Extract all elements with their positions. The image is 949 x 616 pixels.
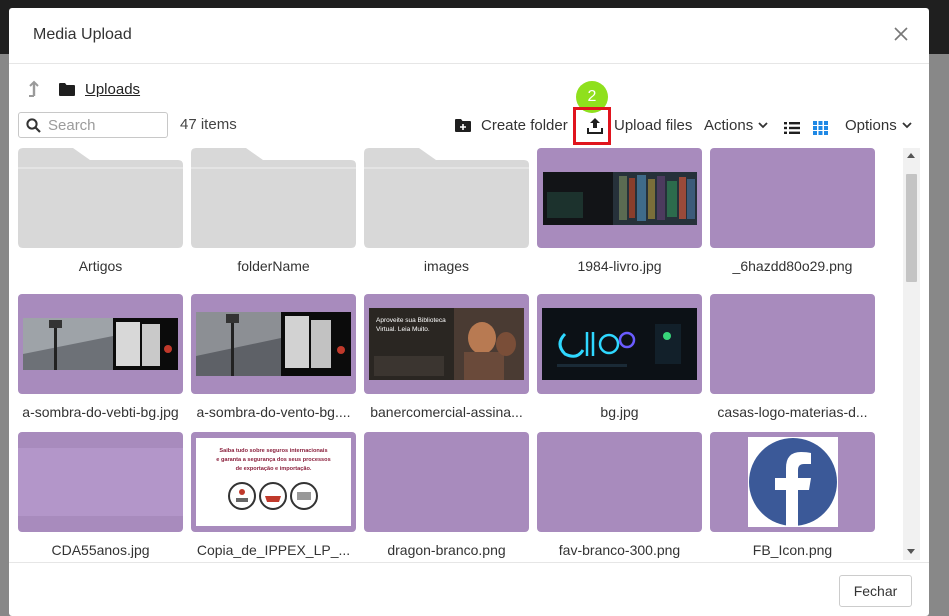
image-thumbnail bbox=[710, 148, 875, 248]
item-name: fav-branco-300.png bbox=[558, 542, 681, 558]
chevron-down-icon bbox=[902, 121, 912, 128]
folder-thumbnail bbox=[191, 148, 356, 248]
flyer-text: e garanta a segurança dos seus processos bbox=[216, 457, 330, 463]
media-item-image[interactable]: 1984-livro.jpg bbox=[537, 148, 702, 274]
reading-couple-image: Aproveite sua Biblioteca Virtual. Leia M… bbox=[369, 308, 524, 380]
item-name: dragon-branco.png bbox=[387, 542, 506, 558]
folder-plus-icon bbox=[455, 118, 471, 132]
upload-files-label: Upload files bbox=[614, 116, 693, 134]
item-name: a-sombra-do-vento-bg.... bbox=[196, 404, 351, 420]
actions-dropdown[interactable]: Actions bbox=[704, 114, 768, 136]
item-name: a-sombra-do-vebti-bg.jpg bbox=[22, 404, 179, 420]
neon-image bbox=[542, 308, 697, 380]
street-lamp-image bbox=[23, 318, 178, 370]
image-thumbnail bbox=[537, 148, 702, 248]
folder-icon bbox=[59, 82, 75, 96]
toolbar: 47 items Create folder 2 Upload files Ac… bbox=[18, 81, 920, 145]
folder-thumbnail bbox=[18, 148, 183, 248]
fechar-button[interactable]: Fechar bbox=[839, 575, 912, 607]
create-folder-button[interactable]: Create folder bbox=[455, 114, 568, 136]
media-item-folder[interactable]: folderName bbox=[191, 148, 356, 274]
item-name: casas-logo-materias-d... bbox=[717, 404, 868, 420]
close-icon[interactable] bbox=[891, 24, 911, 44]
folder-icon bbox=[18, 148, 183, 248]
item-name: bg.jpg bbox=[600, 404, 639, 420]
options-label: Options bbox=[845, 116, 897, 134]
item-name: 1984-livro.jpg bbox=[577, 258, 662, 274]
list-view-button[interactable] bbox=[784, 117, 800, 139]
media-item-image[interactable]: FB_Icon.png bbox=[710, 432, 875, 558]
item-name: Copia_de_IPPEX_LP_... bbox=[196, 542, 351, 558]
breadcrumb: Uploads bbox=[27, 78, 140, 100]
item-name: Artigos bbox=[78, 258, 123, 274]
modal-footer: Fechar bbox=[9, 562, 929, 616]
item-name: CDA55anos.jpg bbox=[51, 542, 150, 558]
media-upload-modal: Media Upload Uploads 47 items Create fol… bbox=[9, 8, 929, 616]
list-icon bbox=[784, 122, 800, 134]
search-field[interactable] bbox=[18, 112, 168, 138]
grid-scrollbar[interactable] bbox=[903, 148, 920, 560]
light-purple-image bbox=[18, 448, 183, 516]
media-item-image[interactable]: _6hazdd80o29.png bbox=[710, 148, 875, 274]
scroll-down-arrow-icon[interactable] bbox=[907, 549, 915, 554]
folder-icon bbox=[364, 148, 529, 248]
image-thumbnail bbox=[18, 432, 183, 532]
options-dropdown[interactable]: Options bbox=[845, 114, 912, 136]
image-thumbnail bbox=[710, 432, 875, 532]
media-item-image[interactable]: dragon-branco.png bbox=[364, 432, 529, 558]
create-folder-label: Create folder bbox=[481, 116, 568, 134]
media-item-image[interactable]: bg.jpg bbox=[537, 294, 702, 420]
media-item-image[interactable]: Aproveite sua Biblioteca Virtual. Leia M… bbox=[364, 294, 529, 420]
breadcrumb-uploads-link[interactable]: Uploads bbox=[85, 81, 140, 98]
item-name: banercomercial-assina... bbox=[370, 404, 523, 420]
banner-text: Virtual. Leia Muito. bbox=[376, 326, 430, 333]
image-thumbnail bbox=[18, 294, 183, 394]
media-item-image[interactable]: a-sombra-do-vento-bg.... bbox=[191, 294, 356, 420]
facebook-logo-image bbox=[748, 437, 838, 527]
flyer-text: Saiba tudo sobre seguros internacionais bbox=[219, 448, 327, 454]
insurance-flyer-image: Saiba tudo sobre seguros internacionais … bbox=[196, 438, 351, 526]
item-count: 47 items bbox=[180, 116, 237, 133]
scroll-up-arrow-icon[interactable] bbox=[907, 153, 915, 158]
image-thumbnail: Saiba tudo sobre seguros internacionais … bbox=[191, 432, 356, 532]
grid-view-button[interactable] bbox=[813, 117, 828, 139]
background-right-strip bbox=[928, 54, 949, 616]
flyer-text: de exportação e importação. bbox=[236, 466, 312, 472]
actions-label: Actions bbox=[704, 116, 754, 134]
folder-thumbnail bbox=[364, 148, 529, 248]
grid-icon bbox=[813, 121, 828, 135]
chevron-down-icon bbox=[758, 121, 768, 128]
image-thumbnail bbox=[191, 294, 356, 394]
image-thumbnail bbox=[537, 294, 702, 394]
media-item-image[interactable]: CDA55anos.jpg bbox=[18, 432, 183, 558]
street-lamp-image bbox=[196, 312, 351, 376]
media-item-image[interactable]: a-sombra-do-vebti-bg.jpg bbox=[18, 294, 183, 420]
image-thumbnail bbox=[537, 432, 702, 532]
item-name: _6hazdd80o29.png bbox=[732, 258, 853, 274]
upload-icon bbox=[587, 117, 603, 134]
search-input[interactable] bbox=[48, 116, 158, 134]
banner-text: Aproveite sua Biblioteca bbox=[376, 317, 446, 324]
image-thumbnail bbox=[364, 432, 529, 532]
media-item-folder[interactable]: images bbox=[364, 148, 529, 274]
item-name: images bbox=[423, 258, 470, 274]
media-item-image[interactable]: Saiba tudo sobre seguros internacionais … bbox=[191, 432, 356, 558]
image-thumbnail: Aproveite sua Biblioteca Virtual. Leia M… bbox=[364, 294, 529, 394]
media-item-folder[interactable]: Artigos bbox=[18, 148, 183, 274]
image-thumbnail bbox=[710, 294, 875, 394]
item-name: folderName bbox=[237, 258, 310, 274]
folder-icon bbox=[191, 148, 356, 248]
bookshelf-image bbox=[543, 172, 697, 225]
media-item-image[interactable]: casas-logo-materias-d... bbox=[710, 294, 875, 420]
media-item-image[interactable]: fav-branco-300.png bbox=[537, 432, 702, 558]
modal-title: Media Upload bbox=[33, 26, 132, 43]
scrollbar-thumb[interactable] bbox=[906, 174, 917, 282]
arrow-up-icon[interactable] bbox=[27, 80, 41, 98]
item-name: FB_Icon.png bbox=[752, 542, 833, 558]
search-icon bbox=[26, 117, 41, 133]
upload-files-button[interactable]: Upload files bbox=[583, 114, 692, 136]
media-grid: Artigos folderName images 1984-livro.jpg… bbox=[18, 148, 903, 560]
modal-header: Media Upload bbox=[9, 8, 929, 64]
